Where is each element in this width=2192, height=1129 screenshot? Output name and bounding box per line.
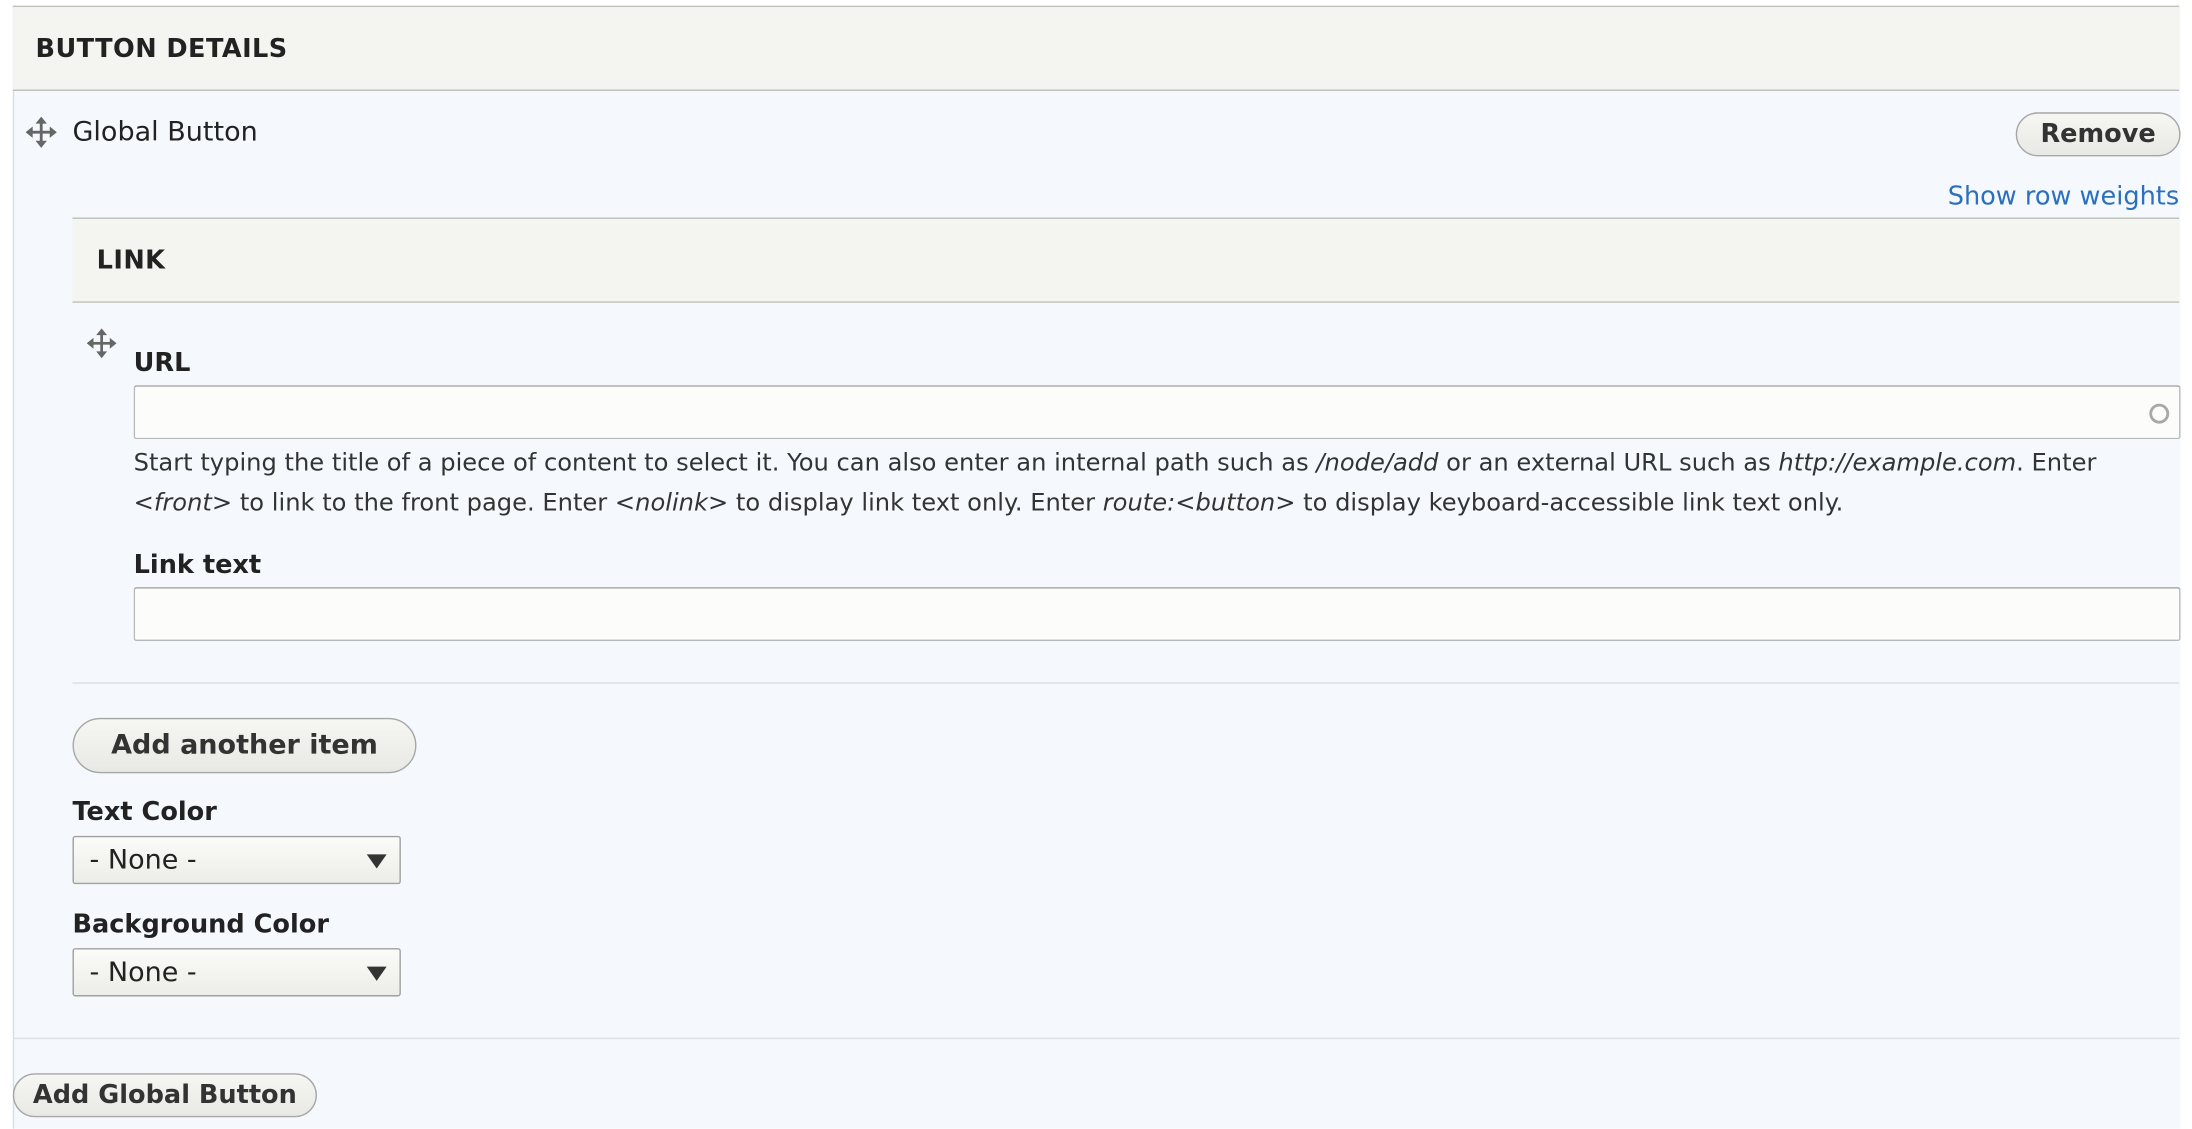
triangle-down-icon	[366, 966, 387, 981]
background-color-selected-value: - None -	[89, 956, 197, 988]
url-label: URL	[133, 348, 191, 379]
global-buttons-divider	[12, 1037, 2180, 1040]
show-row-weights-link[interactable]: Show row weights	[1948, 182, 2179, 212]
text-color-label: Text Color	[72, 797, 217, 828]
text-color-select[interactable]: - None -	[72, 835, 401, 885]
link-text-input[interactable]	[133, 587, 2181, 642]
remove-button[interactable]: Remove	[2015, 112, 2181, 157]
move-arrows-icon[interactable]	[25, 116, 57, 148]
link-header: LINK	[72, 217, 2180, 303]
autocomplete-throbber-icon	[2149, 403, 2170, 424]
url-input[interactable]	[133, 385, 2181, 440]
url-description: Start typing the title of a piece of con…	[134, 444, 2097, 524]
triangle-down-icon	[366, 854, 387, 869]
add-global-button-button[interactable]: Add Global Button	[12, 1073, 317, 1118]
button-details-header: BUTTON DETAILS	[12, 7, 2180, 91]
url-description-line-2: <front> to link to the front page. Enter…	[133, 488, 1844, 518]
move-arrows-icon[interactable]	[86, 328, 117, 359]
global-button-item-label: Global Button	[72, 116, 258, 148]
background-color-select[interactable]: - None -	[72, 948, 401, 997]
link-text-label: Link text	[133, 550, 262, 580]
text-color-selected-value: - None -	[89, 844, 197, 876]
background-color-label: Background Color	[72, 909, 329, 940]
field-widget-area: BUTTON DETAILS Global Button Remove Show…	[0, 0, 2192, 1129]
url-description-line-1: Start typing the title of a piece of con…	[133, 449, 2097, 478]
link-title: LINK	[96, 245, 166, 276]
add-another-item-button[interactable]: Add another item	[72, 717, 417, 774]
button-details-title: BUTTON DETAILS	[35, 34, 288, 64]
link-items-divider	[72, 682, 2180, 684]
